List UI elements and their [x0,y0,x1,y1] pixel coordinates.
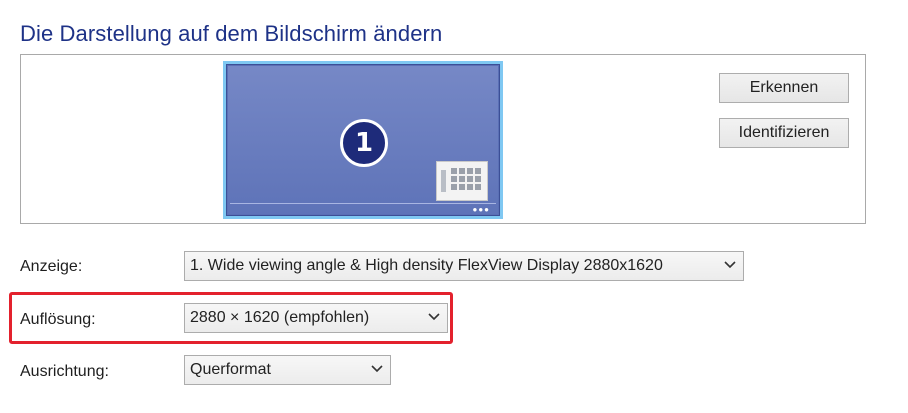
chevron-down-icon [724,261,736,269]
orientation-label: Ausrichtung: [20,363,109,380]
monitor-number-badge: 1 [340,119,388,167]
orientation-select[interactable]: Querformat [184,355,391,385]
detect-button[interactable]: Erkennen [719,73,849,103]
start-screen-icon [436,161,488,201]
resolution-select[interactable]: 2880 × 1620 (empfohlen) [184,303,448,333]
orientation-select-value: Querformat [190,361,271,378]
page-title: Die Darstellung auf dem Bildschirm änder… [20,20,443,46]
monitor-screen: 1 ●●● [228,66,498,214]
monitor-1-preview[interactable]: 1 ●●● [223,61,503,219]
display-preview-area: 1 ●●● Erkennen Identifizieren [20,54,866,224]
resolution-select-value: 2880 × 1620 (empfohlen) [190,309,370,326]
display-label: Anzeige: [20,258,83,275]
display-select-value: 1. Wide viewing angle & High density Fle… [190,257,663,274]
identify-button[interactable]: Identifizieren [719,118,849,148]
chevron-down-icon [428,313,440,321]
ellipsis-icon: ●●● [472,205,490,214]
display-select[interactable]: 1. Wide viewing angle & High density Fle… [184,251,744,281]
resolution-label: Auflösung: [20,311,96,328]
chevron-down-icon [371,365,383,373]
monitor-taskbar: ●●● [230,203,496,214]
